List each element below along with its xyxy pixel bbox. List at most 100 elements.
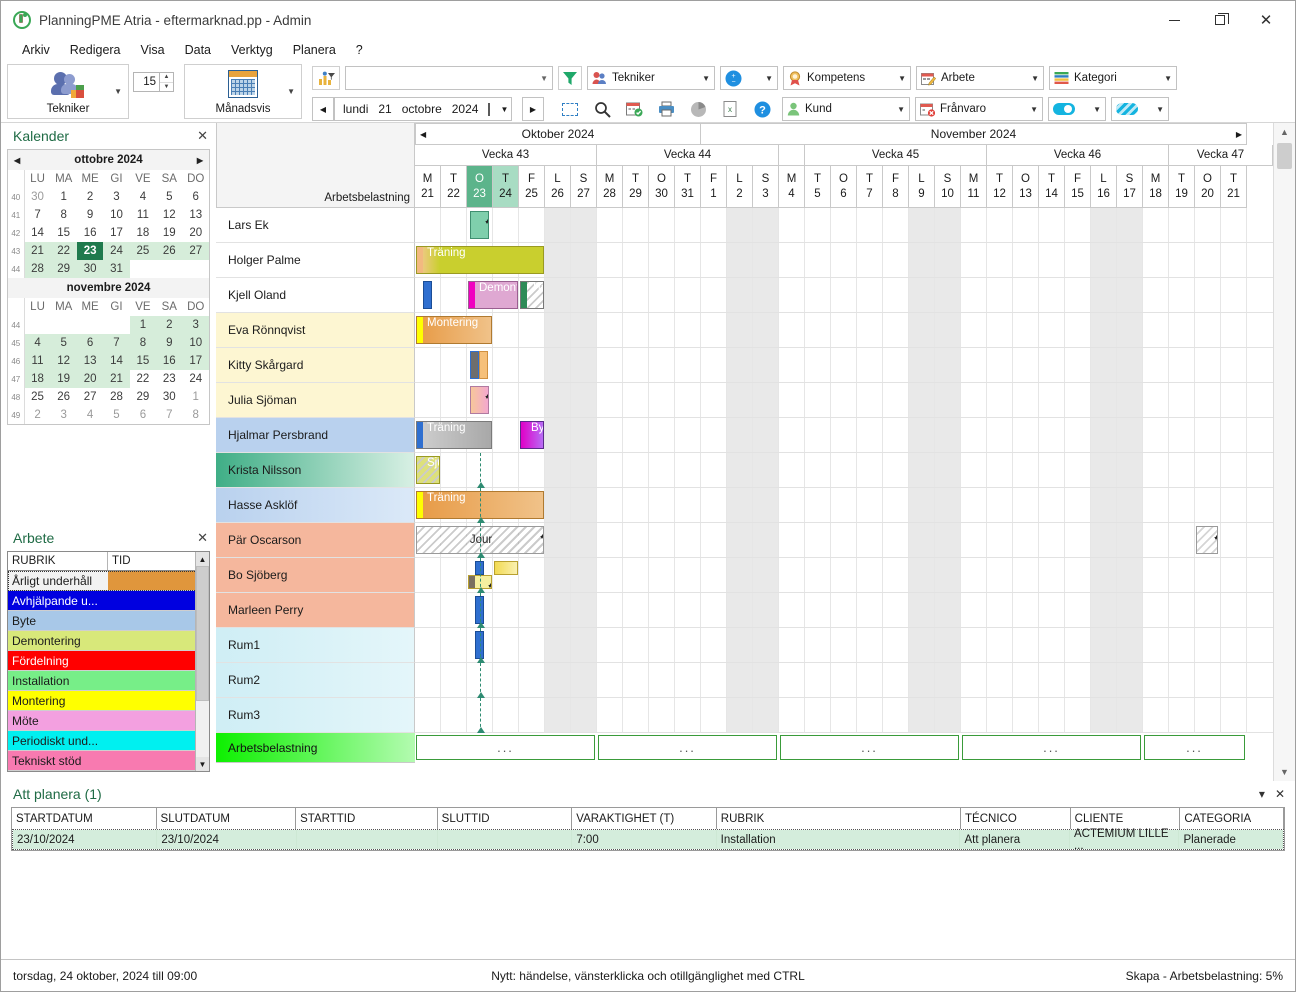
resource-name-cell[interactable]: Lars Ek — [216, 208, 415, 243]
lane-day-cell[interactable] — [831, 593, 857, 627]
minical-day[interactable]: 30 — [76, 260, 104, 278]
lane-day-cell[interactable] — [883, 593, 909, 627]
stepper-buttons[interactable]: ▲ ▼ — [159, 72, 174, 92]
lane-day-cell[interactable] — [1013, 208, 1039, 242]
plus-minus-dropdown[interactable]: + − ▼ — [720, 66, 778, 90]
lane-day-cell[interactable] — [1117, 208, 1143, 242]
minical-day[interactable]: 17 — [103, 224, 129, 242]
lane-day-cell[interactable] — [1013, 313, 1039, 347]
gantt-resource-row[interactable]: Rum1 — [216, 628, 1273, 663]
minical-day[interactable]: 31 — [103, 260, 130, 278]
lane-day-cell[interactable] — [935, 278, 961, 312]
gantt-day-cell[interactable]: T 29 — [623, 166, 649, 208]
lane-day-cell[interactable] — [701, 523, 727, 557]
lane-day-cell[interactable] — [519, 628, 545, 662]
lane-day-cell[interactable] — [779, 243, 805, 277]
lane-day-cell[interactable] — [1221, 488, 1247, 522]
lane-day-cell[interactable] — [935, 663, 961, 697]
lane-day-cell[interactable] — [1065, 418, 1091, 452]
minical-day[interactable]: 27 — [77, 388, 103, 406]
lane-day-cell[interactable] — [987, 663, 1013, 697]
lane-day-cell[interactable] — [1143, 418, 1169, 452]
lane-day-cell[interactable] — [675, 348, 701, 382]
minical-day[interactable]: 8 — [129, 334, 157, 352]
lane-day-cell[interactable] — [1091, 243, 1117, 277]
lane-day-cell[interactable] — [909, 628, 935, 662]
lane-day-cell[interactable] — [597, 418, 623, 452]
lane-day-cell[interactable] — [961, 313, 987, 347]
minical-day[interactable]: 2 — [156, 316, 183, 334]
lane-day-cell[interactable] — [1169, 698, 1195, 732]
filter-kategori[interactable]: Kategori ▼ — [1049, 66, 1177, 90]
lane-day-cell[interactable] — [831, 523, 857, 557]
gantt-resource-row[interactable]: Kitty Skårgard — [216, 348, 1273, 383]
lane-day-cell[interactable] — [1169, 593, 1195, 627]
pie-chart-icon[interactable] — [683, 96, 713, 122]
lane-day-cell[interactable] — [805, 418, 831, 452]
lane-day-cell[interactable] — [545, 208, 571, 242]
lane-day-cell[interactable] — [909, 698, 935, 732]
lane-day-cell[interactable] — [1117, 243, 1143, 277]
lane-day-cell[interactable] — [1013, 698, 1039, 732]
gantt-day-cell[interactable]: M4 — [779, 166, 805, 208]
lane-day-cell[interactable] — [727, 348, 753, 382]
lane-day-cell[interactable] — [805, 523, 831, 557]
lane-day-cell[interactable] — [623, 698, 649, 732]
lane-day-cell[interactable] — [415, 593, 441, 627]
lane-day-cell[interactable] — [675, 523, 701, 557]
gantt-day-cell[interactable]: S3 — [753, 166, 779, 208]
lane-day-cell[interactable] — [701, 453, 727, 487]
lane-day-cell[interactable] — [675, 628, 701, 662]
chevron-down-icon[interactable]: ▼ — [114, 87, 122, 96]
lane-day-cell[interactable] — [1039, 418, 1065, 452]
minical-day[interactable]: 10 — [103, 206, 129, 224]
lane-day-cell[interactable] — [1143, 453, 1169, 487]
lane-day-cell[interactable] — [1117, 663, 1143, 697]
minical-day[interactable]: 14 — [24, 224, 50, 242]
gantt-lane[interactable]: DemontTjä — [415, 278, 1273, 313]
lane-day-cell[interactable] — [831, 348, 857, 382]
lane-day-cell[interactable] — [1091, 523, 1117, 557]
minical-day[interactable]: 22 — [50, 242, 77, 260]
lane-day-cell[interactable] — [493, 698, 519, 732]
lane-day-cell[interactable] — [545, 348, 571, 382]
lane-day-cell[interactable] — [675, 243, 701, 277]
resource-name-cell[interactable]: Krista Nilsson — [216, 453, 415, 488]
lane-day-cell[interactable] — [805, 488, 831, 522]
gantt-lane[interactable] — [415, 383, 1273, 418]
lane-day-cell[interactable] — [571, 488, 597, 522]
lane-day-cell[interactable] — [883, 698, 909, 732]
lane-day-cell[interactable] — [961, 663, 987, 697]
lane-day-cell[interactable] — [883, 208, 909, 242]
chevron-down-icon-3[interactable]: ▼ — [540, 74, 548, 83]
stepper-up-icon[interactable]: ▲ — [160, 73, 173, 83]
lane-day-cell[interactable] — [961, 383, 987, 417]
lane-day-cell[interactable] — [753, 663, 779, 697]
minical-day[interactable]: 24 — [183, 370, 209, 388]
lane-day-cell[interactable] — [493, 348, 519, 382]
lane-day-cell[interactable] — [675, 453, 701, 487]
lane-day-cell[interactable] — [1065, 488, 1091, 522]
lane-day-cell[interactable] — [779, 313, 805, 347]
lane-day-cell[interactable] — [1091, 208, 1117, 242]
minical-day[interactable]: 2 — [24, 406, 50, 424]
lane-day-cell[interactable] — [779, 593, 805, 627]
lane-day-cell[interactable] — [857, 208, 883, 242]
lane-day-cell[interactable] — [1169, 663, 1195, 697]
lane-day-cell[interactable] — [1065, 453, 1091, 487]
minical-day[interactable] — [50, 316, 76, 334]
lane-day-cell[interactable] — [961, 278, 987, 312]
close-icon-calendar-panel[interactable]: ✕ — [197, 128, 208, 144]
lane-day-cell[interactable] — [1065, 558, 1091, 592]
lane-day-cell[interactable] — [415, 208, 441, 242]
lane-day-cell[interactable] — [883, 628, 909, 662]
minical-day[interactable]: 6 — [76, 334, 104, 352]
minical-day[interactable]: 23 — [156, 370, 182, 388]
lane-day-cell[interactable] — [1169, 313, 1195, 347]
lane-day-cell[interactable] — [701, 383, 727, 417]
gantt-day-cell[interactable]: S 17 — [1117, 166, 1143, 208]
lane-day-cell[interactable] — [987, 558, 1013, 592]
lane-day-cell[interactable] — [935, 418, 961, 452]
lane-day-cell[interactable] — [753, 278, 779, 312]
to-plan-cell[interactable]: 23/10/2024 — [157, 830, 297, 849]
